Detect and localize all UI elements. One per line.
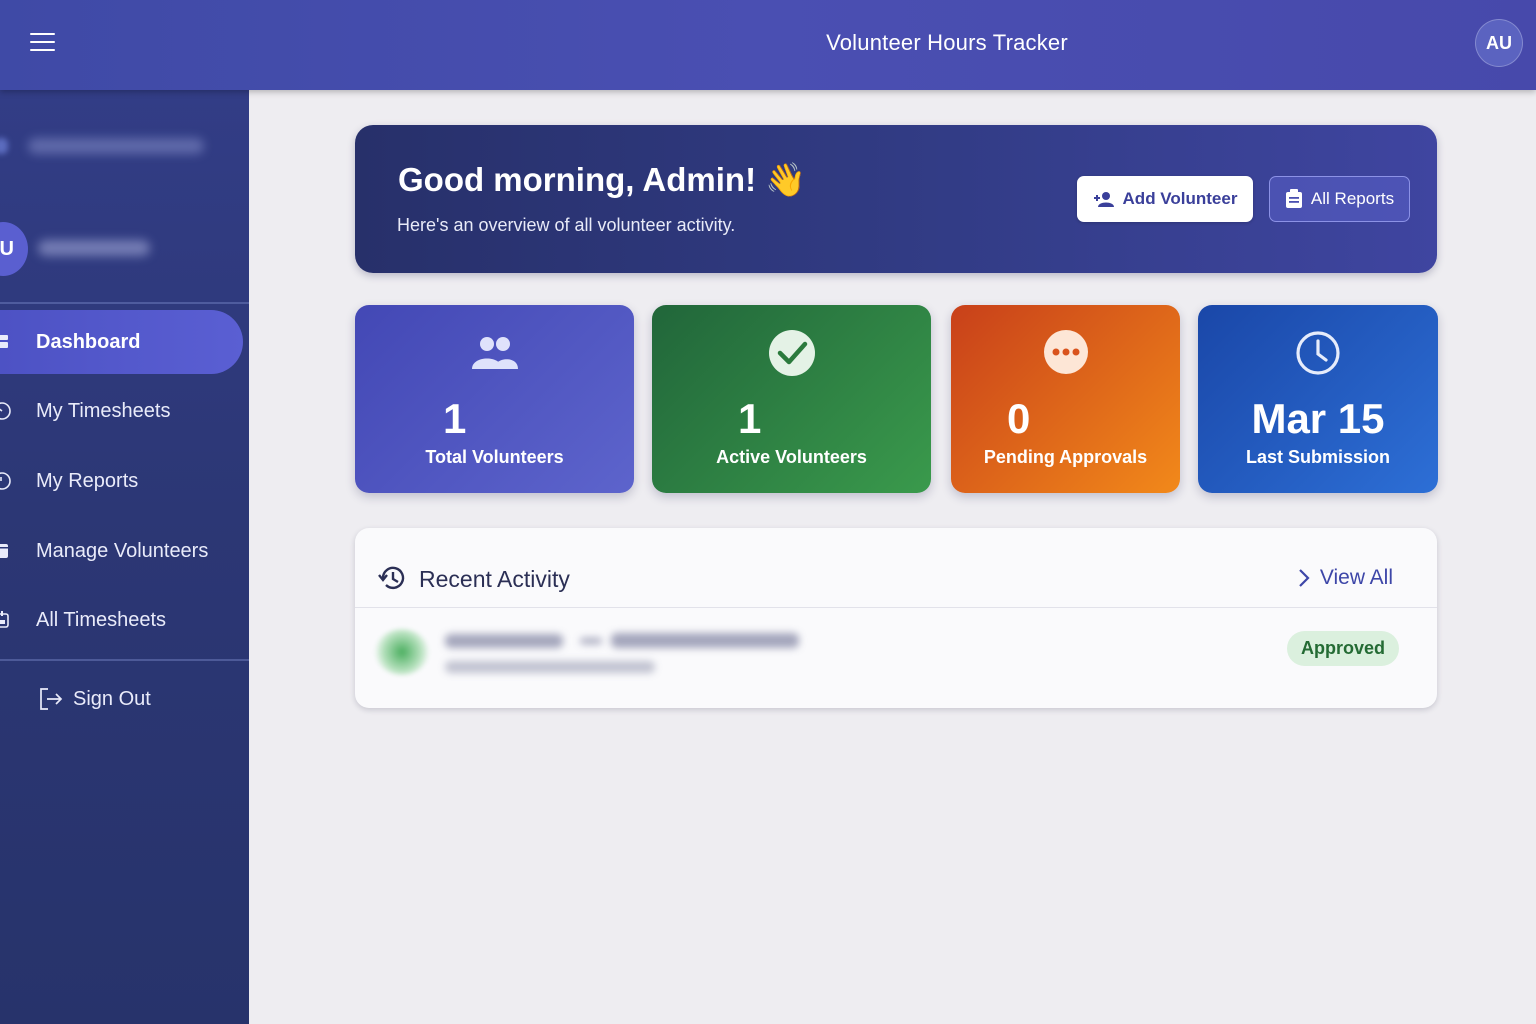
recent-activity-title: Recent Activity xyxy=(419,566,570,592)
stat-card-pending-approvals[interactable]: 0 Pending Approvals xyxy=(951,305,1180,493)
welcome-banner: Good morning, Admin! 👋 Here's an overvie… xyxy=(355,125,1437,273)
report-icon xyxy=(0,472,11,490)
clipboard-icon xyxy=(1285,189,1302,208)
stat-label: Pending Approvals xyxy=(983,447,1148,467)
activity-text-blurred xyxy=(580,638,602,644)
all-reports-label: All Reports xyxy=(1310,189,1395,208)
brand-logo-blurred xyxy=(0,138,8,154)
stat-card-total-volunteers[interactable]: 1 Total Volunteers xyxy=(355,305,634,493)
dashboard-icon xyxy=(0,335,8,348)
sidebar-divider xyxy=(0,302,249,304)
view-all-label: View All xyxy=(1319,566,1393,589)
people-icon xyxy=(0,544,8,558)
sidebar: U Dashboard My Timesheets My Reports Man… xyxy=(0,90,249,1024)
activity-list-item[interactable]: Approved xyxy=(355,609,1437,707)
chevron-right-icon xyxy=(1299,569,1310,587)
sidebar-item-all-timesheets[interactable]: All Timesheets xyxy=(0,588,243,652)
add-person-icon xyxy=(1093,192,1114,207)
status-badge: Approved xyxy=(1286,631,1399,666)
clock-icon xyxy=(1296,331,1340,375)
stat-value: 1 xyxy=(738,395,762,442)
sidebar-item-label: Manage Volunteers xyxy=(36,539,209,562)
add-volunteer-button[interactable]: Add Volunteer xyxy=(1077,176,1253,222)
history-icon xyxy=(378,566,405,590)
check-circle-icon xyxy=(768,330,815,376)
stat-value: 0 xyxy=(1007,395,1031,442)
top-app-bar: Volunteer Hours Tracker AU xyxy=(0,0,1536,90)
sidebar-item-my-reports[interactable]: My Reports xyxy=(0,449,243,513)
sidebar-item-dashboard[interactable]: Dashboard xyxy=(0,310,243,374)
greeting-title: Good morning, Admin! 👋 xyxy=(398,161,807,198)
recent-activity-header: Recent Activity View All xyxy=(355,528,1437,608)
stat-label: Last Submission xyxy=(1245,447,1391,467)
sidebar-divider xyxy=(0,659,249,661)
activity-status-dot xyxy=(375,629,429,675)
stat-label: Total Volunteers xyxy=(425,447,564,467)
user-avatar-button[interactable]: AU xyxy=(1475,19,1523,67)
sidebar-item-label: All Timesheets xyxy=(36,608,167,631)
activity-text-blurred xyxy=(611,633,799,648)
add-volunteer-label: Add Volunteer xyxy=(1122,189,1238,208)
people-icon xyxy=(471,337,518,369)
sidebar-item-label: Dashboard xyxy=(36,330,141,353)
app-title: Volunteer Hours Tracker xyxy=(826,30,1068,55)
sidebar-user-avatar: U xyxy=(0,222,28,276)
stat-value: 1 xyxy=(443,395,467,442)
stat-card-active-volunteers[interactable]: 1 Active Volunteers xyxy=(652,305,931,493)
brand-name-blurred xyxy=(28,138,204,154)
stat-value: Mar 15 xyxy=(1251,395,1385,442)
sidebar-user-name-blurred xyxy=(38,240,150,256)
sidebar-item-my-timesheets[interactable]: My Timesheets xyxy=(0,379,243,443)
sign-out-label: Sign Out xyxy=(73,687,151,710)
activity-meta-blurred xyxy=(445,661,655,673)
view-all-link[interactable]: View All xyxy=(1298,566,1393,590)
sidebar-item-label: My Reports xyxy=(36,469,139,492)
clock-icon xyxy=(0,402,11,420)
sidebar-item-label: My Timesheets xyxy=(36,399,171,422)
greeting-subtitle: Here's an overview of all volunteer acti… xyxy=(397,215,736,235)
more-dots-icon xyxy=(1043,330,1088,374)
calendar-icon xyxy=(0,611,9,628)
recent-activity-card: Recent Activity View All Approved xyxy=(355,528,1437,708)
sign-out-icon xyxy=(40,688,63,710)
sign-out-button[interactable]: Sign Out xyxy=(0,667,243,731)
all-reports-button[interactable]: All Reports xyxy=(1269,176,1410,222)
stat-label: Active Volunteers xyxy=(716,447,867,467)
sidebar-item-manage-volunteers[interactable]: Manage Volunteers xyxy=(0,519,243,583)
activity-text-blurred xyxy=(445,634,563,648)
stat-card-last-submission[interactable]: Mar 15 Last Submission xyxy=(1198,305,1438,493)
